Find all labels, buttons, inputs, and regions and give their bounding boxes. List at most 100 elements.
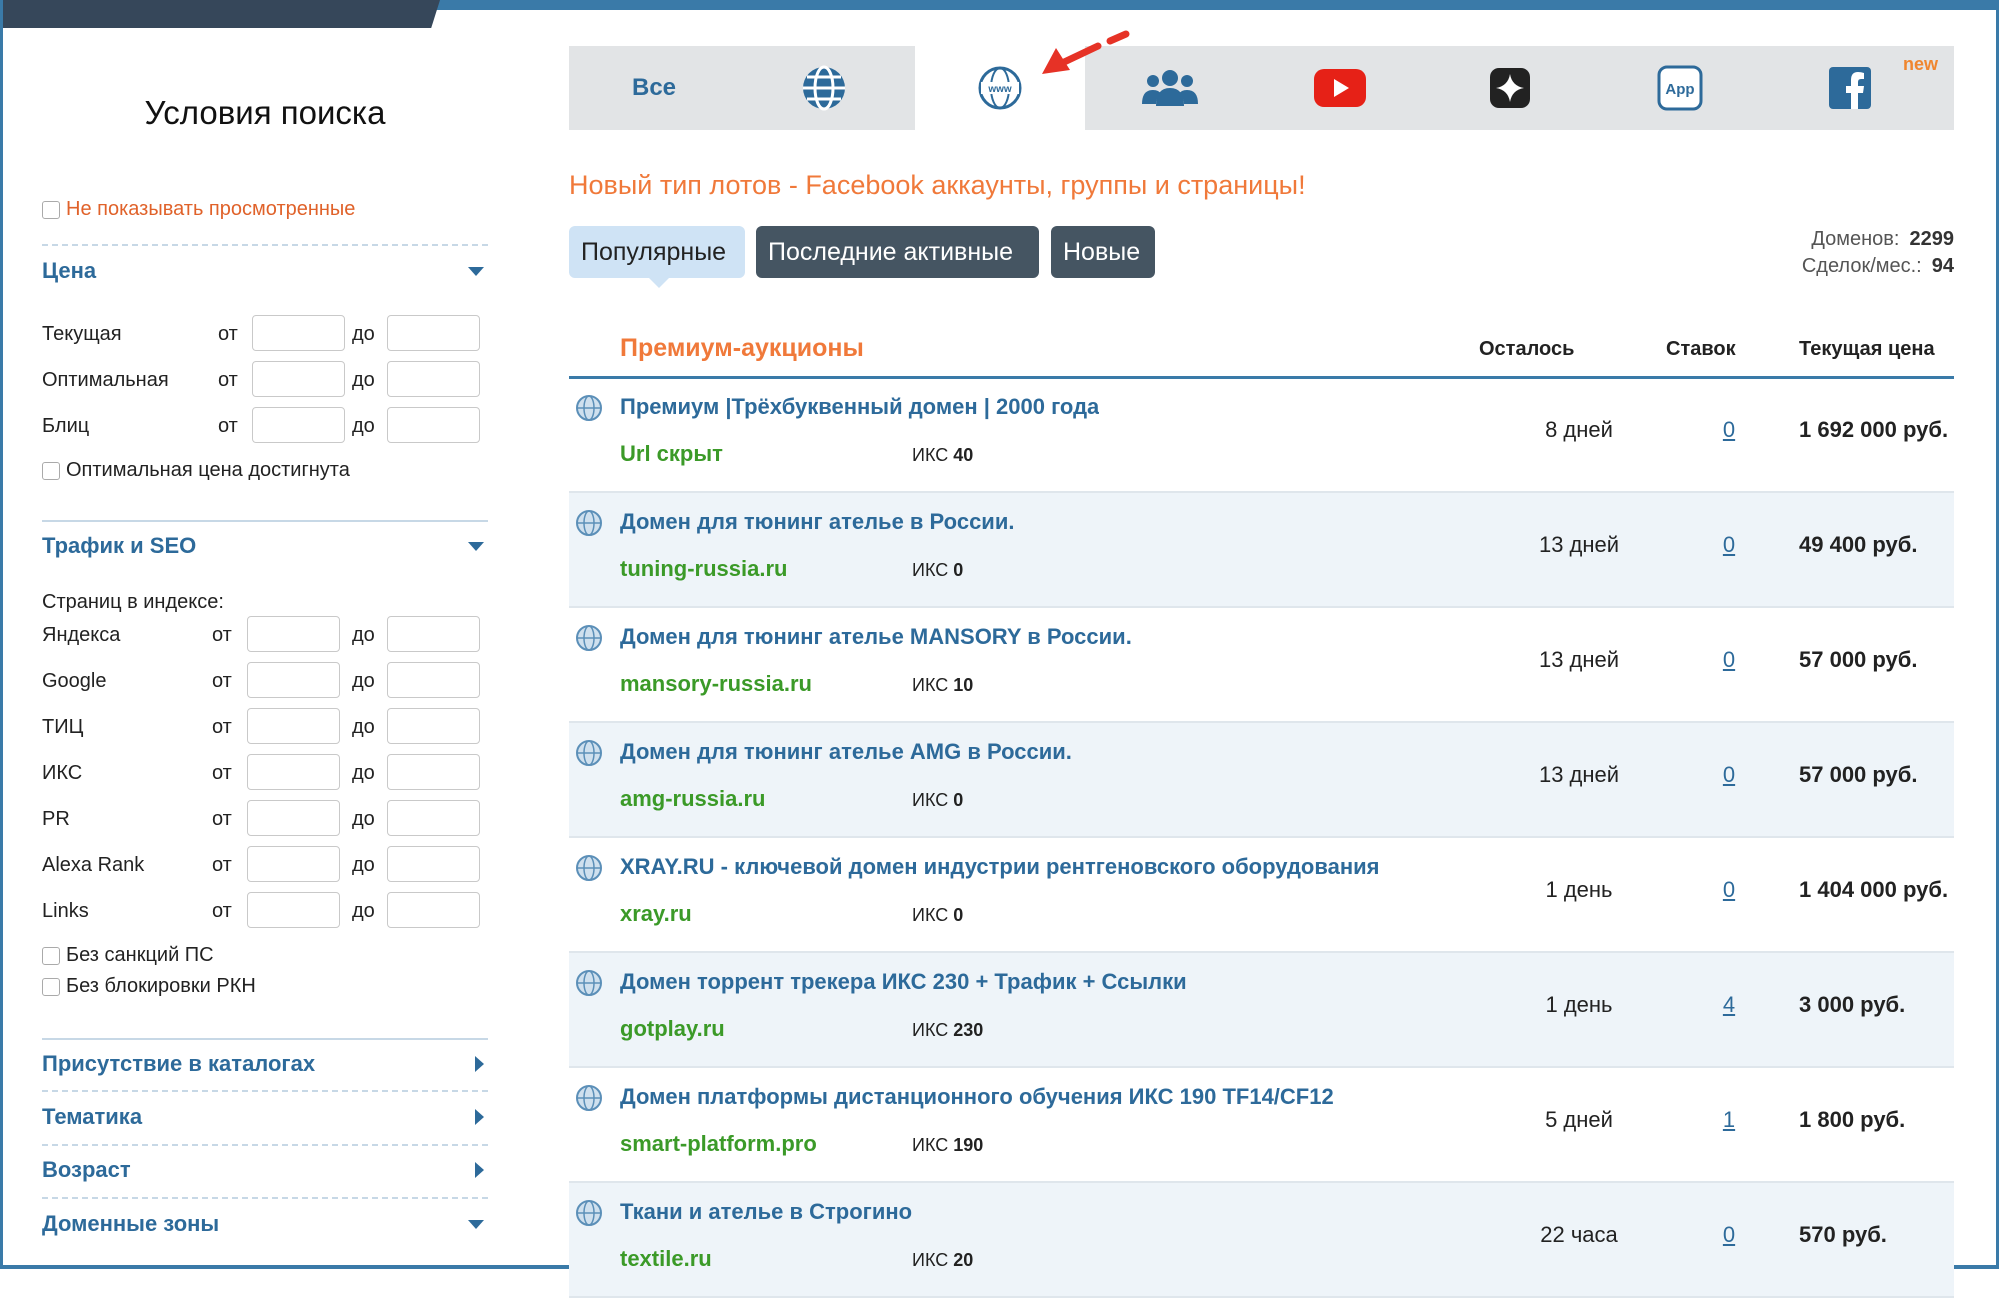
optimal-reached-checkbox[interactable] <box>42 461 60 480</box>
topic-section-header[interactable]: Тематика <box>42 1104 488 1130</box>
lot-url[interactable]: amg-russia.ru <box>620 786 766 812</box>
lot-price: 57 000 руб. <box>1799 647 1918 672</box>
lot-price: 1 800 руб. <box>1799 1107 1906 1132</box>
pr-row: PR от до <box>42 800 488 840</box>
price-current-from-input[interactable] <box>252 315 345 351</box>
lot-url[interactable]: Url скрыт <box>620 441 723 467</box>
tab-youtube[interactable] <box>1255 46 1425 130</box>
divider <box>42 1090 488 1092</box>
optimal-reached-label[interactable]: Оптимальная цена достигнута <box>66 459 350 482</box>
pr-from-input[interactable] <box>247 800 340 836</box>
lot-bids-link[interactable]: 0 <box>1649 1222 1809 1248</box>
tab-apps[interactable]: App <box>1595 46 1765 130</box>
from-label: от <box>212 624 232 646</box>
traffic-section-header[interactable]: Трафик и SEO <box>42 533 488 559</box>
alexa-from-input[interactable] <box>247 846 340 882</box>
table-row[interactable]: Домен торрент трекера ИКС 230 + Трафик +… <box>569 953 1954 1068</box>
links-from-input[interactable] <box>247 892 340 928</box>
catalogs-section-header[interactable]: Присутствие в каталогах <box>42 1051 488 1077</box>
yandex-to-input[interactable] <box>387 616 480 652</box>
table-row[interactable]: Домен для тюнинг ателье MANSORY в России… <box>569 608 1954 723</box>
no-rkn-checkbox[interactable] <box>42 977 60 996</box>
globe-icon <box>576 625 602 651</box>
lot-bids-link[interactable]: 0 <box>1649 417 1809 443</box>
lot-bids-link[interactable]: 0 <box>1649 532 1809 558</box>
filter-popular-button[interactable]: Популярные <box>569 226 745 288</box>
col-bids-header[interactable]: Ставок <box>1666 338 1736 361</box>
table-row[interactable]: XRAY.RU - ключевой домен индустрии рентг… <box>569 838 1954 953</box>
iks-label: ИКС <box>912 905 949 925</box>
tab-all[interactable]: Все <box>569 46 739 130</box>
iks-to-input[interactable] <box>387 754 480 790</box>
table-row[interactable]: Премиум |Трёхбуквенный домен | 2000 года… <box>569 378 1954 493</box>
lot-title-link[interactable]: Ткани и ателье в Строгино <box>620 1199 912 1225</box>
google-from-input[interactable] <box>247 662 340 698</box>
from-label: от <box>212 808 232 830</box>
price-optimal-to-input[interactable] <box>387 361 480 397</box>
lot-url[interactable]: mansory-russia.ru <box>620 671 812 697</box>
no-sanctions-label[interactable]: Без санкций ПС <box>66 944 214 967</box>
col-price-header[interactable]: Текущая цена <box>1799 338 1935 361</box>
chevron-right-icon <box>475 1162 484 1178</box>
lot-bids-link[interactable]: 1 <box>1649 1107 1809 1133</box>
zones-section-title: Доменные зоны <box>42 1211 220 1236</box>
lot-bids-link[interactable]: 0 <box>1649 762 1809 788</box>
price-optimal-from-input[interactable] <box>252 361 345 397</box>
lot-title-link[interactable]: Домен для тюнинг ателье в России. <box>620 509 1014 535</box>
range-label: Яндекса <box>42 624 121 646</box>
lot-url[interactable]: tuning-russia.ru <box>620 556 787 582</box>
table-row[interactable]: Домен платформы дистанционного обучения … <box>569 1068 1954 1183</box>
table-row[interactable]: Ткани и ателье в Строгино textile.ru ИКС… <box>569 1183 1954 1298</box>
lot-url[interactable]: xray.ru <box>620 901 692 927</box>
range-label: Alexa Rank <box>42 854 145 876</box>
hide-viewed-row: Не показывать просмотренные <box>42 198 355 221</box>
tab-sites[interactable] <box>739 46 909 130</box>
range-label: Блиц <box>42 415 90 437</box>
table-row[interactable]: Домен для тюнинг ателье AMG в России. am… <box>569 723 1954 838</box>
range-label: ТИЦ <box>42 716 84 738</box>
alexa-to-input[interactable] <box>387 846 480 882</box>
tic-to-input[interactable] <box>387 708 480 744</box>
lot-url[interactable]: gotplay.ru <box>620 1016 725 1042</box>
price-current-to-input[interactable] <box>387 315 480 351</box>
traffic-section-title: Трафик и SEO <box>42 533 197 558</box>
filter-recent-active-button[interactable]: Последние активные <box>756 226 1039 278</box>
iks-label: ИКС <box>912 1135 949 1155</box>
google-to-input[interactable] <box>387 662 480 698</box>
tab-sparkle[interactable] <box>1425 46 1595 130</box>
hide-viewed-label[interactable]: Не показывать просмотренные <box>66 198 355 221</box>
lot-title-link[interactable]: XRAY.RU - ключевой домен индустрии рентг… <box>620 854 1379 880</box>
lot-bids-link[interactable]: 0 <box>1649 647 1809 673</box>
zones-section-header[interactable]: Доменные зоны <box>42 1211 488 1237</box>
filter-new-button[interactable]: Новые <box>1051 226 1155 278</box>
category-tabbar: Все www App <box>569 44 1954 132</box>
col-left-header[interactable]: Осталось <box>1479 338 1574 361</box>
to-label: до <box>352 900 375 922</box>
lot-title-link[interactable]: Домен торрент трекера ИКС 230 + Трафик +… <box>620 969 1187 995</box>
lot-bids-link[interactable]: 4 <box>1649 992 1809 1018</box>
lot-url[interactable]: smart-platform.pro <box>620 1131 817 1157</box>
lot-title-link[interactable]: Домен для тюнинг ателье AMG в России. <box>620 739 1072 765</box>
lot-bids-link[interactable]: 0 <box>1649 877 1809 903</box>
price-section-header[interactable]: Цена <box>42 258 488 284</box>
yandex-from-input[interactable] <box>247 616 340 652</box>
new-badge: new <box>1903 54 1939 74</box>
no-rkn-label[interactable]: Без блокировки РКН <box>66 975 256 998</box>
no-sanctions-checkbox[interactable] <box>42 946 60 965</box>
links-to-input[interactable] <box>387 892 480 928</box>
www-globe-icon: www <box>978 66 1022 110</box>
iks-from-input[interactable] <box>247 754 340 790</box>
pr-to-input[interactable] <box>387 800 480 836</box>
promo-headline[interactable]: Новый тип лотов - Facebook аккаунты, гру… <box>569 170 1306 201</box>
tic-from-input[interactable] <box>247 708 340 744</box>
tic-row: ТИЦ от до <box>42 708 488 748</box>
hide-viewed-checkbox[interactable] <box>42 200 60 219</box>
lot-title-link[interactable]: Премиум |Трёхбуквенный домен | 2000 года <box>620 394 1099 420</box>
lot-title-link[interactable]: Домен платформы дистанционного обучения … <box>620 1084 1334 1110</box>
table-row[interactable]: Домен для тюнинг ателье в России. tuning… <box>569 493 1954 608</box>
lot-url[interactable]: textile.ru <box>620 1246 712 1272</box>
price-blitz-to-input[interactable] <box>387 407 480 443</box>
lot-title-link[interactable]: Домен для тюнинг ателье MANSORY в России… <box>620 624 1132 650</box>
price-blitz-from-input[interactable] <box>252 407 345 443</box>
age-section-header[interactable]: Возраст <box>42 1157 488 1183</box>
